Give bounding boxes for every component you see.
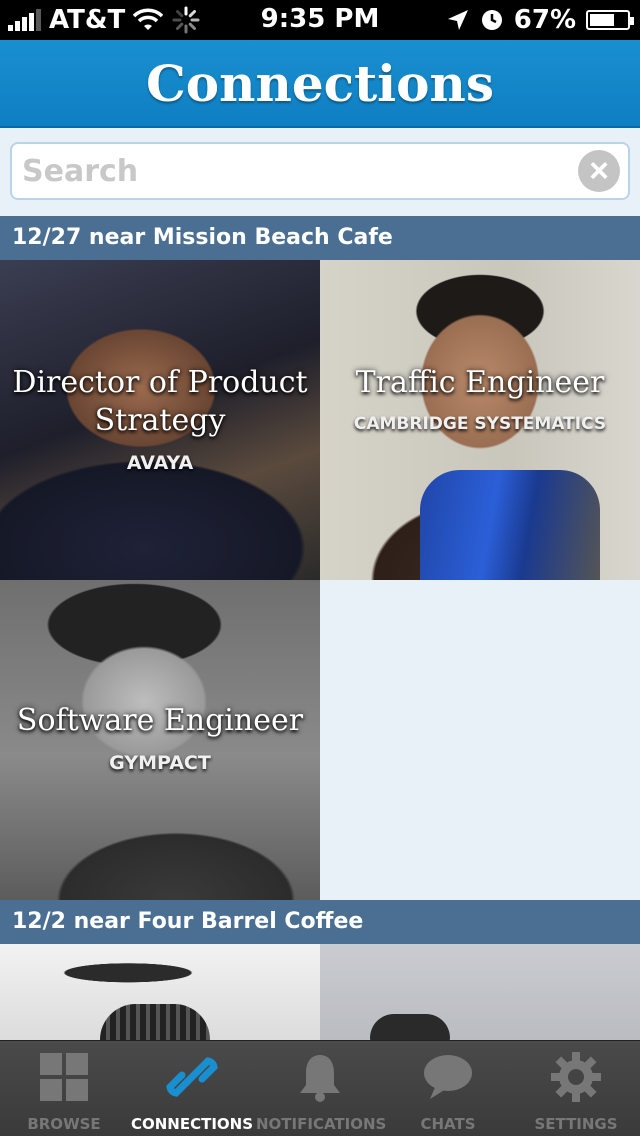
- tab-settings[interactable]: SETTINGS: [512, 1041, 640, 1136]
- connection-card[interactable]: [320, 944, 640, 1040]
- nav-header: Connections: [0, 40, 640, 128]
- connection-company: GYMPACT: [109, 752, 211, 774]
- gear-icon: [551, 1052, 601, 1102]
- tab-browse[interactable]: BROWSE: [0, 1041, 128, 1136]
- connection-title: Director of Product Strategy: [12, 365, 308, 438]
- connection-title: Software Engineer: [16, 703, 304, 738]
- tab-connections[interactable]: CONNECTIONS: [128, 1041, 256, 1136]
- connection-title: Traffic Engineer: [355, 365, 605, 400]
- connection-card[interactable]: [0, 944, 320, 1040]
- grid-icon: [40, 1053, 88, 1101]
- search-box[interactable]: ×: [10, 142, 630, 200]
- alarm-clock-icon: [481, 10, 502, 30]
- close-icon: ×: [589, 152, 609, 190]
- connection-company: AVAYA: [126, 452, 194, 474]
- battery-percent: 67%: [513, 5, 576, 35]
- chat-bubble-icon: [424, 1055, 472, 1099]
- section-header: 12/2 near Four Barrel Coffee: [0, 900, 640, 944]
- link-icon: [166, 1057, 218, 1097]
- tab-notifications[interactable]: NOTIFICATIONS: [256, 1041, 387, 1136]
- section-header: 12/27 near Mission Beach Cafe: [0, 216, 640, 260]
- location-arrow-icon: [447, 10, 468, 30]
- search-input[interactable]: [12, 144, 552, 198]
- status-bar: AT&T 9:35 PM 67%: [0, 0, 640, 40]
- bell-icon: [300, 1055, 340, 1102]
- connection-card[interactable]: Traffic Engineer CAMBRIDGE SYSTEMATICS: [320, 260, 640, 580]
- profile-photo: [320, 944, 640, 1040]
- tab-label: NOTIFICATIONS: [256, 1115, 387, 1133]
- connections-screen: AT&T 9:35 PM 67% Connections Search × 12…: [0, 0, 640, 1136]
- tab-label: CONNECTIONS: [130, 1115, 254, 1133]
- tab-label: SETTINGS: [534, 1115, 618, 1133]
- search-area: ×: [0, 128, 640, 216]
- profile-photo: [0, 580, 320, 900]
- tab-chats[interactable]: CHATS: [384, 1041, 512, 1136]
- connection-card[interactable]: Director of Product Strategy AVAYA: [0, 260, 320, 580]
- battery-fill: [590, 14, 614, 26]
- tab-label: BROWSE: [27, 1115, 101, 1133]
- tab-bar: BROWSE CONNECTIONS NOTIFICATIONS CHATS S…: [0, 1040, 640, 1136]
- battery-icon: [586, 10, 634, 30]
- page-title: Connections: [145, 54, 495, 113]
- clear-search-button[interactable]: ×: [578, 150, 620, 192]
- profile-photo: [0, 944, 320, 1040]
- tab-label: CHATS: [420, 1115, 476, 1133]
- connection-card[interactable]: Software Engineer GYMPACT: [0, 580, 320, 900]
- connection-company: CAMBRIDGE SYSTEMATICS: [353, 414, 607, 434]
